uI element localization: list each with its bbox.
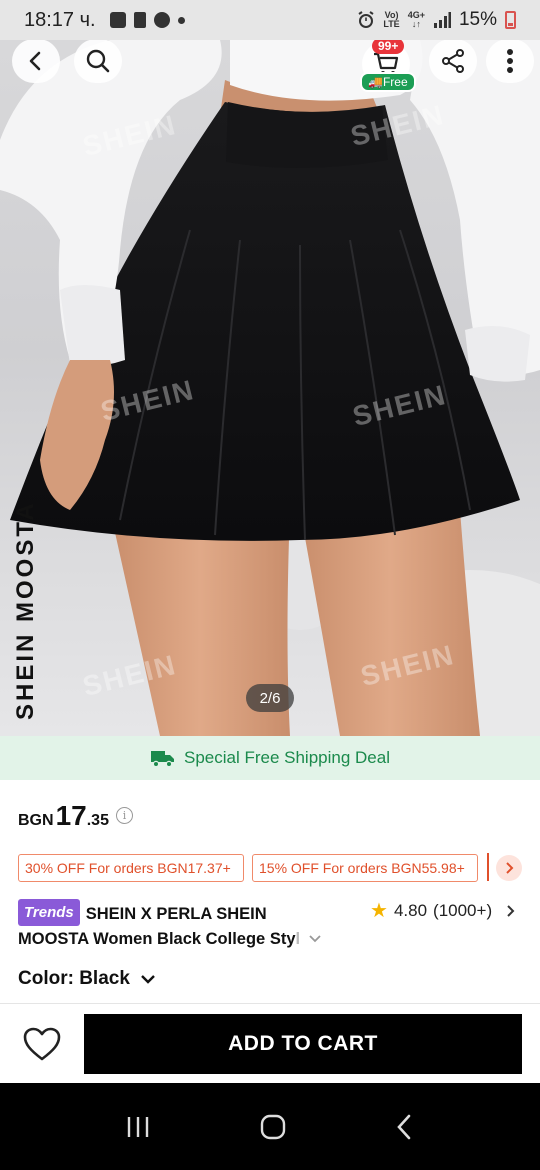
back-button[interactable]: [12, 39, 60, 83]
chevron-down-icon: [141, 975, 155, 984]
product-title[interactable]: Trends SHEIN X PERLA SHEIN MOOSTA Women B…: [18, 899, 363, 952]
add-to-cart-button[interactable]: ADD TO CART: [84, 1014, 522, 1074]
chevron-right-icon: [507, 904, 515, 917]
search-icon: [86, 49, 110, 73]
battery-icon: [505, 11, 516, 29]
status-bar: 18:17 ч. Vo) LTE 4G+ ↓↑ 15%: [0, 0, 540, 40]
star-icon: ★: [370, 900, 388, 922]
share-icon: [442, 49, 464, 73]
status-time: 18:17 ч.: [24, 8, 96, 31]
alarm-icon: [358, 11, 374, 28]
product-rating[interactable]: ★ 4.80 (1000+): [370, 898, 516, 923]
coupon-30-off[interactable]: 30% OFF For orders BGN17.37+: [18, 854, 244, 882]
search-button[interactable]: [74, 39, 122, 83]
product-image-gallery[interactable]: SHEIN SHEIN SHEIN SHEIN SHEIN SHEIN: [0, 40, 540, 736]
chevron-right-icon: [506, 862, 514, 874]
mobile-data-indicator: 4G+ ↓↑: [407, 10, 425, 29]
chevron-down-icon[interactable]: [309, 934, 321, 944]
rating-value: 4.80: [393, 900, 428, 920]
truck-icon: [150, 751, 174, 768]
volte-indicator: Vo) LTE: [383, 10, 400, 29]
share-button[interactable]: [429, 39, 477, 83]
cart-button[interactable]: 99+ 🚚Free: [360, 38, 416, 92]
product-title-line2: MOOSTA Women Black College Sty: [18, 930, 296, 948]
coupon-15-off[interactable]: 15% OFF For orders BGN55.98+: [252, 854, 478, 882]
battery-percent: 15%: [458, 9, 497, 30]
image-pager: 2/6: [246, 684, 294, 712]
wishlist-button[interactable]: [20, 1024, 64, 1064]
cart-count-badge: 99+: [372, 38, 405, 54]
price-decimal: .35: [86, 812, 109, 829]
heart-icon: [23, 1027, 61, 1061]
color-selector[interactable]: Color: Black: [18, 968, 156, 990]
system-navigation-bar: [0, 1083, 540, 1170]
chevron-left-icon: [29, 51, 41, 71]
price-integer: 17: [55, 800, 87, 831]
color-label: Color: Black: [18, 968, 130, 989]
free-shipping-tag: 🚚Free: [360, 72, 416, 92]
recent-apps-icon[interactable]: [125, 1115, 151, 1139]
product-title-line1: SHEIN X PERLA SHEIN: [85, 905, 267, 923]
home-icon[interactable]: [260, 1114, 286, 1140]
review-count: (1000+): [433, 900, 493, 920]
messenger-notification-icon: [153, 12, 170, 28]
app-notification-icon: [133, 12, 146, 28]
more-options-button[interactable]: [486, 39, 534, 83]
bottom-action-bar: ADD TO CART: [0, 1003, 540, 1083]
product-photo: [0, 40, 540, 736]
more-vertical-icon: [507, 49, 513, 73]
product-price: BGN 17 .35: [18, 800, 109, 832]
back-nav-icon[interactable]: [395, 1114, 415, 1140]
coupon-divider: [487, 853, 489, 881]
price-info-icon[interactable]: i: [116, 807, 133, 824]
shipping-deal-banner[interactable]: Special Free Shipping Deal: [0, 736, 540, 780]
product-title-fade: l: [295, 930, 301, 948]
more-notifications-icon: [177, 16, 185, 24]
trends-badge: Trends: [18, 899, 80, 926]
shipping-deal-text: Special Free Shipping Deal: [183, 748, 390, 767]
signal-icon: [433, 12, 451, 28]
coupon-more-button[interactable]: [496, 855, 522, 881]
price-currency: BGN: [18, 812, 54, 829]
brand-logo-vertical: SHEIN MOOSTA: [12, 500, 39, 720]
gallery-notification-icon: [109, 12, 126, 28]
